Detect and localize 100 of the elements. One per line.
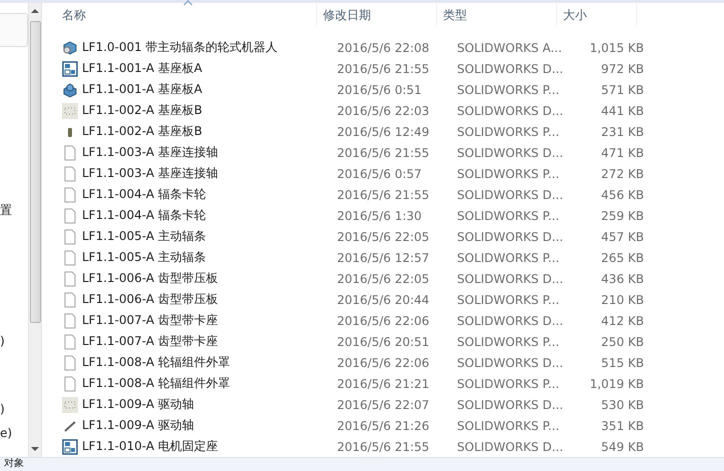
date-cell-text: 2016/5/6 12:57 [337, 250, 430, 264]
file-name[interactable]: LF1.1-009-A 驱动轴 [82, 417, 194, 434]
type-cell-text: SOLIDWORKS D... [457, 188, 564, 202]
column-header[interactable]: 修改日期 [317, 3, 437, 27]
file-name[interactable]: LF1.1-004-A 辐条卡轮 [82, 207, 206, 224]
document-icon [62, 250, 78, 266]
size-cell-text: 412 KB [600, 314, 644, 328]
type-cell-text: SOLIDWORKS D... [457, 230, 564, 244]
file-name[interactable]: LF1.1-005-A 主动辐条 [82, 228, 206, 245]
scroll-down-icon[interactable] [31, 447, 39, 451]
size-cell-text: 549 KB [600, 440, 644, 454]
file-name[interactable]: LF1.1-003-A 基座连接轴 [82, 144, 218, 161]
type-cell-text: SOLIDWORKS D... [457, 104, 564, 118]
size-cell-text: 436 KB [600, 272, 644, 286]
date-cell-text: 2016/5/6 22:07 [337, 398, 430, 412]
date-cell-text: 2016/5/6 1:30 [337, 208, 423, 222]
type-cell-text: SOLIDWORKS A... [457, 40, 563, 54]
size-cell-text: 457 KB [600, 230, 644, 244]
type-cell-text: SOLIDWORKS P... [457, 250, 560, 264]
type-cell-text: SOLIDWORKS D... [457, 62, 564, 76]
column-header[interactable]: 类型 [437, 3, 557, 27]
date-cell-text: 2016/5/6 21:55 [337, 62, 430, 76]
file-name[interactable]: LF1.1-009-A 驱动轴 [82, 396, 194, 413]
date-cell-text: 2016/5/6 20:44 [337, 292, 430, 306]
nav-item[interactable]: 置 [0, 202, 12, 219]
nav-item[interactable]: e) [0, 426, 12, 440]
type-cell-text: SOLIDWORKS D... [457, 398, 564, 412]
date-cell-text: 2016/5/6 21:21 [337, 376, 430, 390]
file-name[interactable]: LF1.1-001-A 基座板A [82, 81, 202, 98]
drawing-sheet-icon [62, 438, 78, 454]
file-name[interactable]: LF1.1-007-A 齿型带卡座 [82, 312, 218, 329]
file-name[interactable]: LF1.1-008-A 轮辐组件外罩 [82, 375, 230, 392]
scroll-up-icon[interactable] [31, 9, 39, 13]
date-cell-text: 2016/5/6 22:05 [337, 272, 430, 286]
file-name[interactable]: LF1.1-006-A 齿型带压板 [82, 291, 218, 308]
scrollbar[interactable] [28, 3, 42, 457]
size-cell-text: 471 KB [600, 146, 644, 160]
file-name[interactable]: LF1.1-002-A 基座板B [82, 123, 202, 140]
size-cell-text: 265 KB [600, 250, 644, 264]
document-icon [62, 334, 78, 350]
document-icon [62, 312, 78, 328]
nav-item[interactable]: ) [0, 402, 5, 416]
file-name[interactable]: LF1.1-008-A 轮辐组件外罩 [82, 354, 230, 371]
type-cell-text: SOLIDWORKS P... [457, 166, 560, 180]
document-icon [62, 166, 78, 182]
type-cell-text: SOLIDWORKS P... [457, 208, 560, 222]
size-cell-text: 441 KB [600, 104, 644, 118]
nav-item[interactable]: ) [0, 334, 5, 348]
file-name[interactable]: LF1.1-002-A 基座板B [82, 102, 202, 119]
block-part-icon [62, 82, 78, 98]
document-icon [62, 186, 78, 202]
date-cell-text: 2016/5/6 0:57 [337, 166, 423, 180]
date-cell-text: 2016/5/6 12:49 [337, 124, 430, 138]
type-cell-text: SOLIDWORKS P... [457, 292, 560, 306]
file-name[interactable]: LF1.1-004-A 辐条卡轮 [82, 186, 206, 203]
date-cell-text: 2016/5/6 22:03 [337, 104, 430, 118]
size-cell-text: 351 KB [600, 418, 644, 432]
document-icon [62, 270, 78, 286]
type-cell-text: SOLIDWORKS D... [457, 356, 564, 370]
date-cell-text: 2016/5/6 21:55 [337, 188, 430, 202]
date-cell-text: 2016/5/6 21:55 [337, 440, 430, 454]
column-header[interactable]: 名称 [62, 3, 317, 27]
status-text: 对象 [4, 458, 24, 470]
size-cell-text: 259 KB [600, 208, 644, 222]
document-icon [62, 376, 78, 392]
type-cell-text: SOLIDWORKS D... [457, 146, 564, 160]
size-cell-text: 1,015 KB [588, 40, 644, 54]
size-cell-text: 456 KB [600, 188, 644, 202]
document-icon [62, 208, 78, 224]
document-icon [62, 292, 78, 308]
file-name[interactable]: LF1.1-005-A 主动辐条 [82, 249, 206, 266]
document-icon [62, 354, 78, 370]
file-name[interactable]: LF1.1-006-A 齿型带压板 [82, 270, 218, 287]
thumbnail-icon [62, 396, 78, 412]
scroll-thumb[interactable] [30, 21, 40, 323]
document-icon [62, 228, 78, 244]
date-cell-text: 2016/5/6 22:08 [337, 40, 430, 54]
type-cell-text: SOLIDWORKS D... [457, 272, 564, 286]
size-cell-text: 210 KB [600, 292, 644, 306]
file-name[interactable]: LF1.1-010-A 电机固定座 [82, 438, 218, 455]
size-cell-text: 571 KB [600, 82, 644, 96]
size-cell-text: 515 KB [600, 356, 644, 370]
file-name[interactable]: LF1.1-001-A 基座板A [82, 60, 202, 77]
nav-field[interactable] [0, 13, 28, 47]
size-cell-text: 1,019 KB [588, 376, 644, 390]
type-cell-text: SOLIDWORKS P... [457, 418, 560, 432]
type-cell-text: SOLIDWORKS P... [457, 334, 560, 348]
column-header[interactable]: 大小 [557, 3, 637, 27]
file-name[interactable]: LF1.1-007-A 齿型带卡座 [82, 333, 218, 350]
file-name[interactable]: LF1.1-003-A 基座连接轴 [82, 165, 218, 182]
file-name[interactable]: LF1.0-001 带主动辐条的轮式机器人 [82, 39, 278, 56]
date-cell-text: 2016/5/6 21:55 [337, 146, 430, 160]
type-cell-text: SOLIDWORKS P... [457, 124, 560, 138]
type-cell-text: SOLIDWORKS P... [457, 376, 560, 390]
date-cell-text: 2016/5/6 22:06 [337, 314, 430, 328]
type-cell-text: SOLIDWORKS D... [457, 314, 564, 328]
document-icon [62, 144, 78, 160]
size-cell-text: 530 KB [600, 398, 644, 412]
thumbnail-icon [62, 102, 78, 118]
drawing-sheet-icon [62, 60, 78, 76]
